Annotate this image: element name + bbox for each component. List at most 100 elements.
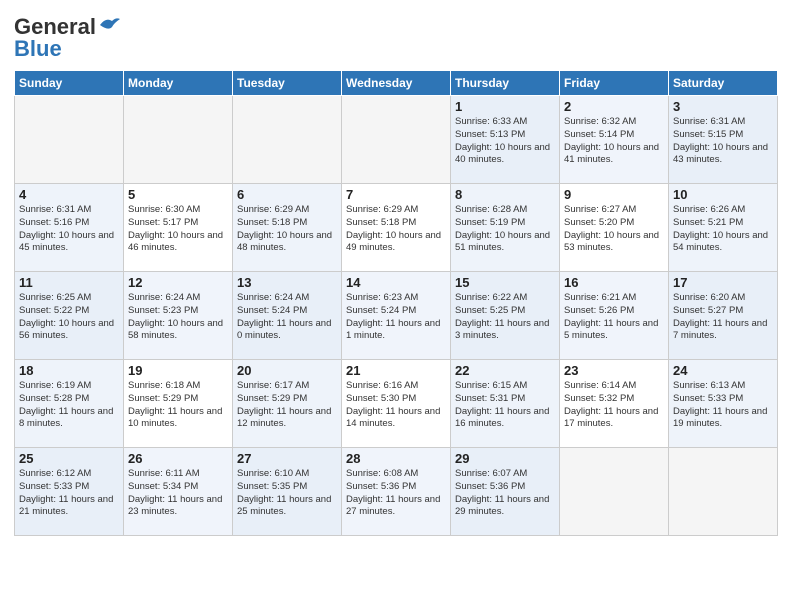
weekday-header-wednesday: Wednesday [342, 71, 451, 96]
calendar-week-row: 18 Sunrise: 6:19 AM Sunset: 5:28 PM Dayli… [15, 360, 778, 448]
calendar-cell: 15 Sunrise: 6:22 AM Sunset: 5:25 PM Dayli… [451, 272, 560, 360]
day-number: 10 [673, 187, 773, 202]
day-number: 25 [19, 451, 119, 466]
day-number: 3 [673, 99, 773, 114]
day-info: Sunrise: 6:33 AM Sunset: 5:13 PM Dayligh… [455, 116, 555, 167]
calendar-cell: 28 Sunrise: 6:08 AM Sunset: 5:36 PM Dayli… [342, 448, 451, 536]
day-number: 5 [128, 187, 228, 202]
calendar-cell: 20 Sunrise: 6:17 AM Sunset: 5:29 PM Dayli… [233, 360, 342, 448]
day-info: Sunrise: 6:14 AM Sunset: 5:32 PM Dayligh… [564, 380, 664, 431]
calendar-cell: 1 Sunrise: 6:33 AM Sunset: 5:13 PM Daylig… [451, 96, 560, 184]
calendar-cell: 14Sunrise: 6:23 AM Sunset: 5:24 PM Dayli… [342, 272, 451, 360]
calendar-cell [342, 96, 451, 184]
calendar-header-row: SundayMondayTuesdayWednesdayThursdayFrid… [15, 71, 778, 96]
day-number: 17 [673, 275, 773, 290]
calendar-cell [560, 448, 669, 536]
logo: General Blue [14, 14, 120, 62]
day-info: Sunrise: 6:23 AM Sunset: 5:24 PM Dayligh… [346, 292, 446, 343]
day-info: Sunrise: 6:32 AM Sunset: 5:14 PM Dayligh… [564, 116, 664, 167]
calendar-cell: 3 Sunrise: 6:31 AM Sunset: 5:15 PM Daylig… [669, 96, 778, 184]
day-number: 9 [564, 187, 664, 202]
day-number: 2 [564, 99, 664, 114]
calendar-week-row: 25 Sunrise: 6:12 AM Sunset: 5:33 PM Dayli… [15, 448, 778, 536]
day-number: 23 [564, 363, 664, 378]
day-info: Sunrise: 6:16 AM Sunset: 5:30 PM Dayligh… [346, 380, 446, 431]
calendar-cell: 11Sunrise: 6:25 AM Sunset: 5:22 PM Dayli… [15, 272, 124, 360]
calendar-cell: 25 Sunrise: 6:12 AM Sunset: 5:33 PM Dayli… [15, 448, 124, 536]
calendar-cell: 13Sunrise: 6:24 AM Sunset: 5:24 PM Dayli… [233, 272, 342, 360]
day-info: Sunrise: 6:31 AM Sunset: 5:15 PM Dayligh… [673, 116, 773, 167]
day-info: Sunrise: 6:17 AM Sunset: 5:29 PM Dayligh… [237, 380, 337, 431]
day-number: 29 [455, 451, 555, 466]
day-info: Sunrise: 6:22 AM Sunset: 5:25 PM Dayligh… [455, 292, 555, 343]
day-info: Sunrise: 6:07 AM Sunset: 5:36 PM Dayligh… [455, 468, 555, 519]
calendar-cell [124, 96, 233, 184]
calendar-cell: 9 Sunrise: 6:27 AM Sunset: 5:20 PM Daylig… [560, 184, 669, 272]
calendar-cell: 19 Sunrise: 6:18 AM Sunset: 5:29 PM Dayli… [124, 360, 233, 448]
day-info: Sunrise: 6:29 AM Sunset: 5:18 PM Dayligh… [346, 204, 446, 255]
day-info: Sunrise: 6:10 AM Sunset: 5:35 PM Dayligh… [237, 468, 337, 519]
logo-blue: Blue [14, 36, 62, 62]
day-number: 20 [237, 363, 337, 378]
calendar-cell [669, 448, 778, 536]
day-info: Sunrise: 6:11 AM Sunset: 5:34 PM Dayligh… [128, 468, 228, 519]
day-number: 12 [128, 275, 228, 290]
calendar-cell: 7 Sunrise: 6:29 AM Sunset: 5:18 PM Daylig… [342, 184, 451, 272]
day-info: Sunrise: 6:24 AM Sunset: 5:23 PM Dayligh… [128, 292, 228, 343]
calendar-cell: 22 Sunrise: 6:15 AM Sunset: 5:31 PM Dayli… [451, 360, 560, 448]
calendar-cell: 4Sunrise: 6:31 AM Sunset: 5:16 PM Daylig… [15, 184, 124, 272]
day-info: Sunrise: 6:19 AM Sunset: 5:28 PM Dayligh… [19, 380, 119, 431]
day-info: Sunrise: 6:29 AM Sunset: 5:18 PM Dayligh… [237, 204, 337, 255]
day-info: Sunrise: 6:08 AM Sunset: 5:36 PM Dayligh… [346, 468, 446, 519]
calendar-cell: 24 Sunrise: 6:13 AM Sunset: 5:33 PM Dayli… [669, 360, 778, 448]
day-number: 6 [237, 187, 337, 202]
day-info: Sunrise: 6:13 AM Sunset: 5:33 PM Dayligh… [673, 380, 773, 431]
weekday-header-sunday: Sunday [15, 71, 124, 96]
logo-bird-icon [98, 15, 120, 33]
calendar-cell: 17 Sunrise: 6:20 AM Sunset: 5:27 PM Dayli… [669, 272, 778, 360]
calendar-cell: 18 Sunrise: 6:19 AM Sunset: 5:28 PM Dayli… [15, 360, 124, 448]
calendar-cell: 21 Sunrise: 6:16 AM Sunset: 5:30 PM Dayli… [342, 360, 451, 448]
day-info: Sunrise: 6:24 AM Sunset: 5:24 PM Dayligh… [237, 292, 337, 343]
calendar-body: 1 Sunrise: 6:33 AM Sunset: 5:13 PM Daylig… [15, 96, 778, 536]
calendar-cell: 12 Sunrise: 6:24 AM Sunset: 5:23 PM Dayli… [124, 272, 233, 360]
day-info: Sunrise: 6:27 AM Sunset: 5:20 PM Dayligh… [564, 204, 664, 255]
day-number: 28 [346, 451, 446, 466]
calendar-cell [15, 96, 124, 184]
day-info: Sunrise: 6:31 AM Sunset: 5:16 PM Dayligh… [19, 204, 119, 255]
day-number: 21 [346, 363, 446, 378]
day-number: 1 [455, 99, 555, 114]
calendar-cell: 2 Sunrise: 6:32 AM Sunset: 5:14 PM Daylig… [560, 96, 669, 184]
weekday-header-monday: Monday [124, 71, 233, 96]
day-info: Sunrise: 6:12 AM Sunset: 5:33 PM Dayligh… [19, 468, 119, 519]
day-info: Sunrise: 6:20 AM Sunset: 5:27 PM Dayligh… [673, 292, 773, 343]
calendar-container: General Blue SundayMondayTuesdayWednesda… [0, 0, 792, 546]
day-info: Sunrise: 6:26 AM Sunset: 5:21 PM Dayligh… [673, 204, 773, 255]
calendar-cell: 6 Sunrise: 6:29 AM Sunset: 5:18 PM Daylig… [233, 184, 342, 272]
calendar-cell: 10 Sunrise: 6:26 AM Sunset: 5:21 PM Dayli… [669, 184, 778, 272]
calendar-cell: 8Sunrise: 6:28 AM Sunset: 5:19 PM Daylig… [451, 184, 560, 272]
calendar-cell: 29 Sunrise: 6:07 AM Sunset: 5:36 PM Dayli… [451, 448, 560, 536]
calendar-cell: 26 Sunrise: 6:11 AM Sunset: 5:34 PM Dayli… [124, 448, 233, 536]
calendar-week-row: 1 Sunrise: 6:33 AM Sunset: 5:13 PM Daylig… [15, 96, 778, 184]
day-number: 7 [346, 187, 446, 202]
calendar-cell: 23 Sunrise: 6:14 AM Sunset: 5:32 PM Dayli… [560, 360, 669, 448]
day-info: Sunrise: 6:15 AM Sunset: 5:31 PM Dayligh… [455, 380, 555, 431]
day-number: 19 [128, 363, 228, 378]
day-number: 22 [455, 363, 555, 378]
day-info: Sunrise: 6:30 AM Sunset: 5:17 PM Dayligh… [128, 204, 228, 255]
day-number: 15 [455, 275, 555, 290]
day-info: Sunrise: 6:18 AM Sunset: 5:29 PM Dayligh… [128, 380, 228, 431]
calendar-cell [233, 96, 342, 184]
day-number: 18 [19, 363, 119, 378]
day-info: Sunrise: 6:21 AM Sunset: 5:26 PM Dayligh… [564, 292, 664, 343]
day-number: 26 [128, 451, 228, 466]
day-number: 16 [564, 275, 664, 290]
weekday-header-tuesday: Tuesday [233, 71, 342, 96]
day-number: 24 [673, 363, 773, 378]
calendar-week-row: 4Sunrise: 6:31 AM Sunset: 5:16 PM Daylig… [15, 184, 778, 272]
day-number: 8 [455, 187, 555, 202]
calendar-cell: 5 Sunrise: 6:30 AM Sunset: 5:17 PM Daylig… [124, 184, 233, 272]
day-number: 27 [237, 451, 337, 466]
calendar-week-row: 11Sunrise: 6:25 AM Sunset: 5:22 PM Dayli… [15, 272, 778, 360]
